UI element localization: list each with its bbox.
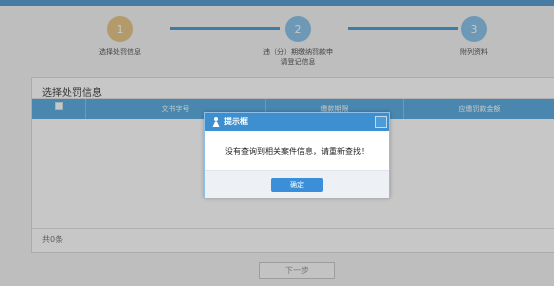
dialog-footer: 确定 bbox=[205, 170, 389, 198]
dialog-title: 提示框 bbox=[224, 117, 248, 126]
dialog-message: 没有查询到相关案件信息，请重新查找！ bbox=[225, 147, 369, 156]
dialog-header: 提示框 bbox=[205, 113, 389, 131]
confirm-button[interactable]: 确定 bbox=[271, 178, 323, 192]
warning-icon bbox=[212, 117, 220, 127]
alert-dialog: 提示框 没有查询到相关案件信息，请重新查找！ 确定 bbox=[204, 112, 390, 198]
close-icon[interactable] bbox=[375, 116, 387, 128]
